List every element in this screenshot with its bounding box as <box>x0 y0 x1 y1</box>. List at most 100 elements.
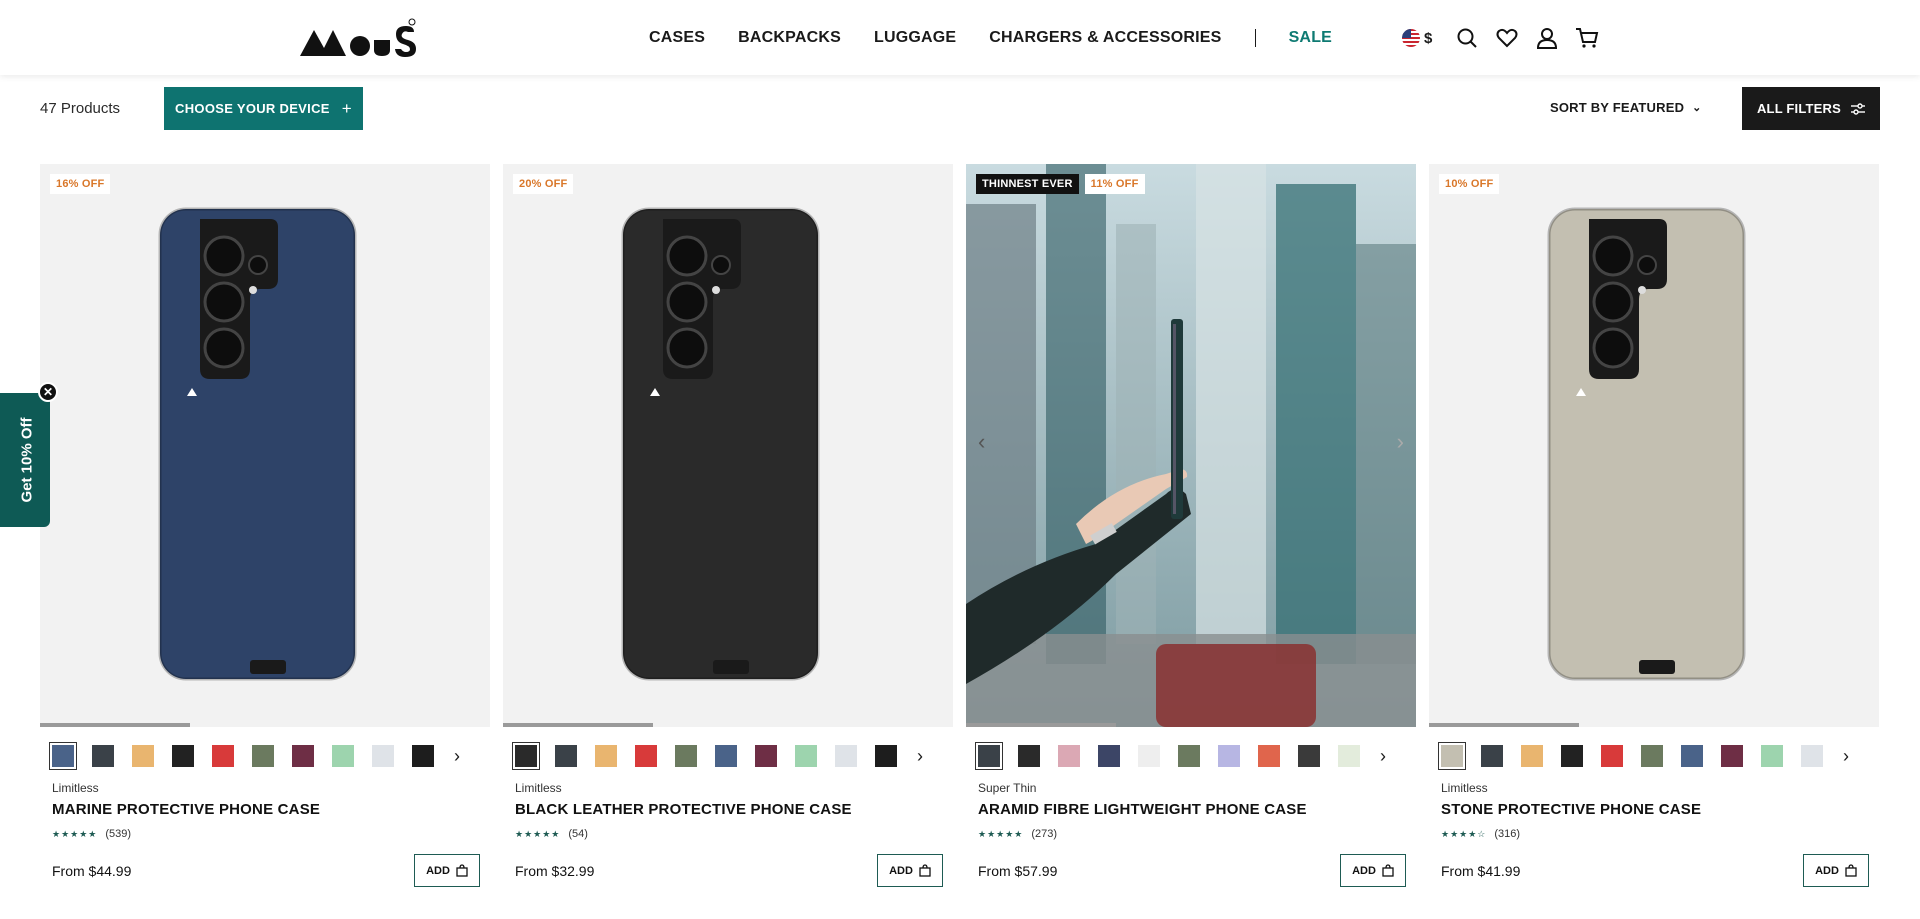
product-collection: Limitless <box>52 781 99 795</box>
gallery-progress-bar <box>503 723 653 727</box>
chevron-right-icon[interactable]: › <box>917 746 923 767</box>
chevron-right-icon[interactable]: › <box>1843 746 1849 767</box>
color-swatch[interactable] <box>1481 745 1503 767</box>
color-swatch[interactable] <box>715 745 737 767</box>
chevron-down-icon: ⌄ <box>1692 102 1702 114</box>
nav-backpacks[interactable]: BACKPACKS <box>738 29 841 47</box>
color-swatch[interactable] <box>172 745 194 767</box>
color-swatch[interactable] <box>1438 742 1466 770</box>
color-swatch[interactable] <box>49 742 77 770</box>
color-swatch[interactable] <box>1218 745 1240 767</box>
color-swatches: › <box>1438 742 1849 770</box>
product-price: From $57.99 <box>978 863 1058 879</box>
mous-logo[interactable] <box>300 18 418 58</box>
nav-luggage[interactable]: LUGGAGE <box>874 29 956 47</box>
color-swatch[interactable] <box>635 745 657 767</box>
color-swatch[interactable] <box>252 745 274 767</box>
product-image-area[interactable]: 16% OFF <box>40 164 490 727</box>
color-swatch[interactable] <box>132 745 154 767</box>
star-rating-icon: ★★★★☆ <box>1441 828 1487 839</box>
product-title[interactable]: MARINE PROTECTIVE PHONE CASE <box>52 801 320 818</box>
color-swatch[interactable] <box>1561 745 1583 767</box>
color-swatch[interactable] <box>1601 745 1623 767</box>
color-swatch[interactable] <box>92 745 114 767</box>
color-swatch[interactable] <box>512 742 540 770</box>
star-rating-icon: ★★★★★ <box>978 828 1024 839</box>
phone-case-image <box>621 207 820 681</box>
color-swatch[interactable] <box>1521 745 1543 767</box>
product-collection: Super Thin <box>978 781 1037 795</box>
add-label: ADD <box>1815 864 1839 877</box>
product-rating: ★★★★★ (54) <box>515 828 588 840</box>
color-swatch[interactable] <box>1801 745 1823 767</box>
color-swatch[interactable] <box>1298 745 1320 767</box>
color-swatch[interactable] <box>595 745 617 767</box>
color-swatch[interactable] <box>555 745 577 767</box>
product-card[interactable]: 10% OFF › Limitless STONE PROTECTIVE PHO… <box>1429 164 1879 904</box>
product-card[interactable]: THINNEST EVER 11% OFF ‹ › › Super Thin A… <box>966 164 1416 904</box>
color-swatch[interactable] <box>795 745 817 767</box>
currency-selector[interactable]: $ <box>1402 29 1432 47</box>
color-swatch[interactable] <box>1178 745 1200 767</box>
color-swatch[interactable] <box>1338 745 1360 767</box>
promo-tab[interactable]: Get 10% Off <box>0 393 50 527</box>
badge-row: 16% OFF <box>50 174 116 194</box>
color-swatch[interactable] <box>1761 745 1783 767</box>
chevron-right-icon[interactable]: › <box>454 746 460 767</box>
color-swatch[interactable] <box>835 745 857 767</box>
color-swatch[interactable] <box>1641 745 1663 767</box>
product-card[interactable]: 16% OFF › Limitless MARINE PROTECTIVE PH… <box>40 164 490 904</box>
chevron-right-icon[interactable]: › <box>1380 746 1386 767</box>
color-swatch[interactable] <box>1058 745 1080 767</box>
color-swatch[interactable] <box>1098 745 1120 767</box>
color-swatch[interactable] <box>1681 745 1703 767</box>
product-card[interactable]: 20% OFF › Limitless BLACK LEATHER PROTEC… <box>503 164 953 904</box>
bag-icon <box>919 864 931 877</box>
color-swatch[interactable] <box>1721 745 1743 767</box>
product-image-area[interactable]: 10% OFF <box>1429 164 1879 727</box>
color-swatch[interactable] <box>212 745 234 767</box>
color-swatch[interactable] <box>1138 745 1160 767</box>
add-to-cart-button[interactable]: ADD <box>877 854 943 887</box>
choose-device-button[interactable]: CHOOSE YOUR DEVICE + <box>164 87 363 130</box>
color-swatch[interactable] <box>1018 745 1040 767</box>
color-swatch[interactable] <box>1258 745 1280 767</box>
filter-sliders-icon <box>1851 102 1866 115</box>
product-badge: THINNEST EVER <box>976 174 1079 194</box>
sort-dropdown[interactable]: SORT BY FEATURED ⌄ <box>1550 100 1702 115</box>
color-swatches: › <box>975 742 1386 770</box>
search-icon[interactable] <box>1454 25 1480 51</box>
lifestyle-photo <box>966 164 1416 727</box>
product-image-area[interactable]: THINNEST EVER 11% OFF ‹ › <box>966 164 1416 727</box>
account-icon[interactable] <box>1534 25 1560 51</box>
product-title[interactable]: ARAMID FIBRE LIGHTWEIGHT PHONE CASE <box>978 801 1307 818</box>
nav-chargers-accessories[interactable]: CHARGERS & ACCESSORIES <box>989 29 1221 47</box>
color-swatch[interactable] <box>875 745 897 767</box>
color-swatch[interactable] <box>292 745 314 767</box>
all-filters-button[interactable]: ALL FILTERS <box>1742 87 1880 130</box>
product-title[interactable]: BLACK LEATHER PROTECTIVE PHONE CASE <box>515 801 852 818</box>
phone-case-image <box>1547 207 1746 681</box>
add-to-cart-button[interactable]: ADD <box>414 854 480 887</box>
gallery-next-icon[interactable]: › <box>1397 429 1404 455</box>
nav-sale[interactable]: SALE <box>1289 29 1332 47</box>
color-swatch[interactable] <box>755 745 777 767</box>
product-title[interactable]: STONE PROTECTIVE PHONE CASE <box>1441 801 1701 818</box>
product-image-area[interactable]: 20% OFF <box>503 164 953 727</box>
product-badge: 16% OFF <box>50 174 111 194</box>
gallery-prev-icon[interactable]: ‹ <box>978 429 985 455</box>
nav-cases[interactable]: CASES <box>649 29 705 47</box>
cart-icon[interactable] <box>1574 25 1600 51</box>
heart-icon[interactable] <box>1494 25 1520 51</box>
color-swatch[interactable] <box>975 742 1003 770</box>
site-header: CASES BACKPACKS LUGGAGE CHARGERS & ACCES… <box>0 0 1920 75</box>
color-swatch[interactable] <box>412 745 434 767</box>
add-to-cart-button[interactable]: ADD <box>1340 854 1406 887</box>
promo-close-icon[interactable]: ✕ <box>38 382 58 402</box>
color-swatch[interactable] <box>332 745 354 767</box>
add-to-cart-button[interactable]: ADD <box>1803 854 1869 887</box>
color-swatch[interactable] <box>372 745 394 767</box>
color-swatch[interactable] <box>675 745 697 767</box>
us-flag-icon <box>1402 29 1420 47</box>
header-actions: $ <box>1402 24 1614 52</box>
